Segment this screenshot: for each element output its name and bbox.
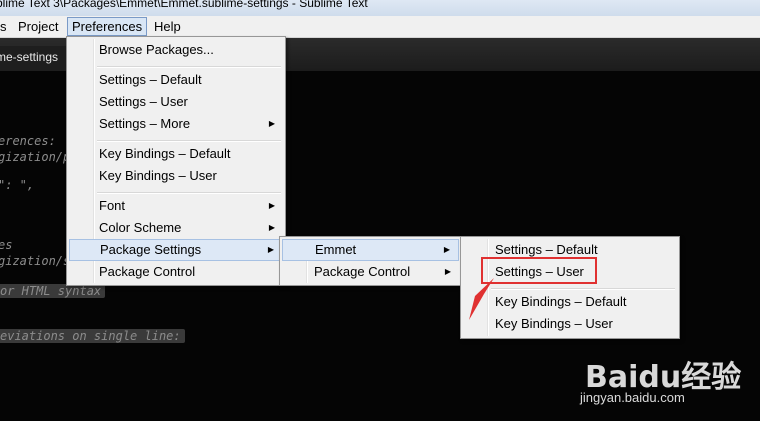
red-arrow-icon	[469, 278, 494, 320]
submenu-arrow-icon: ▶	[268, 119, 275, 128]
menu-item-label: Key Bindings – User	[495, 316, 613, 331]
menu-item-label: Package Control	[99, 264, 196, 279]
menu-item-key-bindings-default[interactable]: Key Bindings – Default	[69, 143, 283, 165]
menu-item-emmet[interactable]: Emmet ▶	[282, 239, 459, 261]
window-title: blime Text 3\Packages\Emmet\Emmet.sublim…	[0, 0, 368, 10]
watermark-url: jingyan.baidu.com	[580, 390, 685, 405]
menu-project[interactable]: Project	[14, 18, 62, 35]
menu-item-settings-more[interactable]: Settings – More ▶	[69, 113, 283, 135]
menu-item-label: Emmet	[315, 242, 357, 257]
menu-item-label: Font	[99, 198, 126, 213]
menu-item-label: Package Settings	[100, 242, 202, 257]
code-line: erences:	[0, 134, 56, 148]
baidu-watermark: Baidu经验 jingyan.baidu.com	[580, 350, 755, 420]
menu-separator	[97, 192, 281, 194]
menu-item-key-bindings-user[interactable]: Key Bindings – User	[69, 165, 283, 187]
menu-separator	[491, 288, 675, 290]
preferences-menu: Browse Packages... Settings – Default Se…	[66, 36, 286, 286]
menu-item-color-scheme[interactable]: Color Scheme ▶	[69, 217, 283, 239]
menu-item-label: Settings – More	[99, 116, 191, 131]
code-line: or HTML syntax	[0, 284, 106, 298]
menu-item-package-control[interactable]: Package Control	[69, 261, 283, 283]
menu-bar: s Project Preferences Help	[0, 16, 760, 38]
code-line: eviations on single line:	[0, 329, 185, 343]
window-title-bar: blime Text 3\Packages\Emmet\Emmet.sublim…	[0, 0, 760, 16]
submenu-arrow-icon: ▶	[444, 267, 451, 276]
menu-item-label: Color Scheme	[99, 220, 182, 235]
menu-item-label: Package Control	[314, 264, 411, 279]
package-settings-submenu: Emmet ▶ Package Control ▶	[279, 236, 462, 286]
menu-item-label: Key Bindings – Default	[99, 146, 231, 161]
menu-item-package-settings[interactable]: Package Settings ▶	[69, 239, 283, 261]
menu-help[interactable]: Help	[150, 18, 185, 35]
code-line: gization/s	[0, 254, 71, 268]
submenu-arrow-icon: ▶	[443, 245, 450, 254]
tab-label: me-settings	[0, 50, 59, 64]
menu-item-package-control[interactable]: Package Control ▶	[282, 261, 459, 283]
submenu-arrow-icon: ▶	[268, 201, 275, 210]
code-line: gization/p	[0, 150, 71, 164]
code-line: ": ",	[0, 178, 35, 192]
code-line: es	[0, 238, 13, 252]
menu-item-settings-user[interactable]: Settings – User	[69, 91, 283, 113]
menu-item-label: Key Bindings – Default	[495, 294, 627, 309]
menu-item-label: Settings – Default	[99, 72, 202, 87]
menu-selection[interactable]: s	[0, 18, 11, 35]
menu-preferences[interactable]: Preferences	[67, 17, 148, 36]
submenu-arrow-icon: ▶	[268, 223, 275, 232]
menu-separator	[97, 140, 281, 142]
menu-item-settings-default[interactable]: Settings – Default	[69, 69, 283, 91]
menu-item-label: Key Bindings – User	[99, 168, 217, 183]
menu-item-label: Settings – User	[99, 94, 188, 109]
menu-item-font[interactable]: Font ▶	[69, 195, 283, 217]
menu-item-browse-packages[interactable]: Browse Packages...	[69, 39, 283, 61]
submenu-arrow-icon: ▶	[267, 245, 274, 254]
menu-separator	[97, 66, 281, 68]
menu-item-label: Browse Packages...	[99, 42, 214, 57]
